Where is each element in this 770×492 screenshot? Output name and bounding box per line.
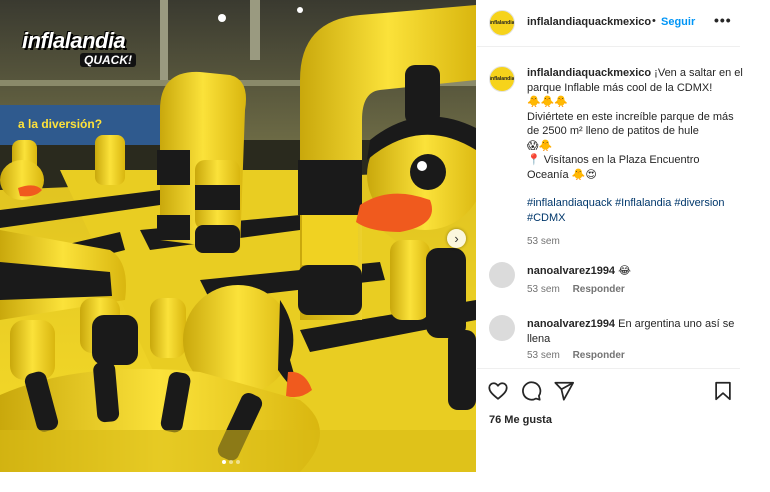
- caption-emoji-1: 🐥🐥🐥: [527, 96, 569, 108]
- svg-text:a la diversión?: a la diversión?: [18, 117, 102, 131]
- reply-button[interactable]: Responder: [573, 350, 625, 361]
- comment-body: 😂: [618, 265, 631, 277]
- instagram-post: a la diversión? inflalandia QUACK! › inf…: [0, 0, 770, 492]
- avatar[interactable]: inflalandia: [489, 66, 515, 92]
- brand-name: inflalandia: [22, 28, 126, 53]
- post-photo[interactable]: a la diversión? inflalandia QUACK! ›: [0, 0, 476, 472]
- carousel-dot: [222, 460, 226, 464]
- reply-button[interactable]: Responder: [573, 284, 625, 295]
- chevron-right-icon: ›: [454, 231, 459, 246]
- caption-emoji-2: 😱🐥: [527, 139, 553, 152]
- caption-hashtags[interactable]: #inflalandiaquack #Inflalandia #diversio…: [527, 196, 743, 225]
- caption-line-3: 📍 Visítanos en la Plaza Encuentro Oceaní…: [527, 154, 700, 181]
- carousel-dot: [229, 460, 233, 464]
- comment-meta: 53 sem Responder: [527, 350, 625, 361]
- share-send-icon[interactable]: [553, 380, 575, 402]
- brand-sub: QUACK!: [80, 53, 136, 67]
- divider: [477, 368, 740, 369]
- caption-line-2: Diviértete en este increíble parque de m…: [527, 110, 734, 138]
- caption-emoji-3: 🐥😍: [571, 168, 597, 181]
- carousel-dot: [236, 460, 240, 464]
- caption-text: inflalandiaquackmexico ¡Ven a saltar en …: [527, 66, 743, 250]
- comment-bubble-icon[interactable]: [520, 380, 542, 402]
- avatar[interactable]: [489, 315, 515, 341]
- comment-username[interactable]: nanoalvarez1994: [527, 265, 615, 277]
- post-actions: [487, 380, 732, 402]
- comment-text: nanoalvarez1994 En argentina uno así se …: [527, 317, 739, 346]
- follow-button[interactable]: Seguir: [661, 16, 695, 28]
- post-side-panel: inflalandia inflalandiaquackmexico • Seg…: [477, 0, 743, 472]
- caption-username[interactable]: inflalandiaquackmexico: [527, 67, 651, 79]
- brand-logo: inflalandia QUACK!: [22, 30, 136, 68]
- likes-count[interactable]: 76 Me gusta: [489, 414, 552, 426]
- comment-meta: 53 sem Responder: [527, 284, 625, 295]
- inflatable-park-illustration: a la diversión?: [0, 0, 476, 472]
- divider: [477, 46, 740, 47]
- avatar-text: inflalandia: [489, 20, 515, 26]
- comment-time: 53 sem: [527, 350, 560, 361]
- avatar[interactable]: [489, 262, 515, 288]
- carousel-dots: [222, 460, 240, 464]
- bookmark-icon[interactable]: [712, 380, 734, 402]
- avatar-text: inflalandia: [489, 76, 515, 82]
- more-options-icon[interactable]: •••: [714, 12, 732, 28]
- caption-time: 53 sem: [527, 236, 560, 247]
- separator-dot: •: [652, 15, 656, 27]
- avatar[interactable]: inflalandia: [489, 10, 515, 36]
- comment-username[interactable]: nanoalvarez1994: [527, 318, 615, 330]
- comment-text: nanoalvarez1994 😂: [527, 264, 739, 279]
- post-header: inflalandia inflalandiaquackmexico • Seg…: [477, 0, 740, 46]
- like-heart-icon[interactable]: [487, 380, 509, 402]
- carousel-next-button[interactable]: ›: [447, 229, 466, 248]
- comment-time: 53 sem: [527, 284, 560, 295]
- username-link[interactable]: inflalandiaquackmexico: [527, 16, 651, 28]
